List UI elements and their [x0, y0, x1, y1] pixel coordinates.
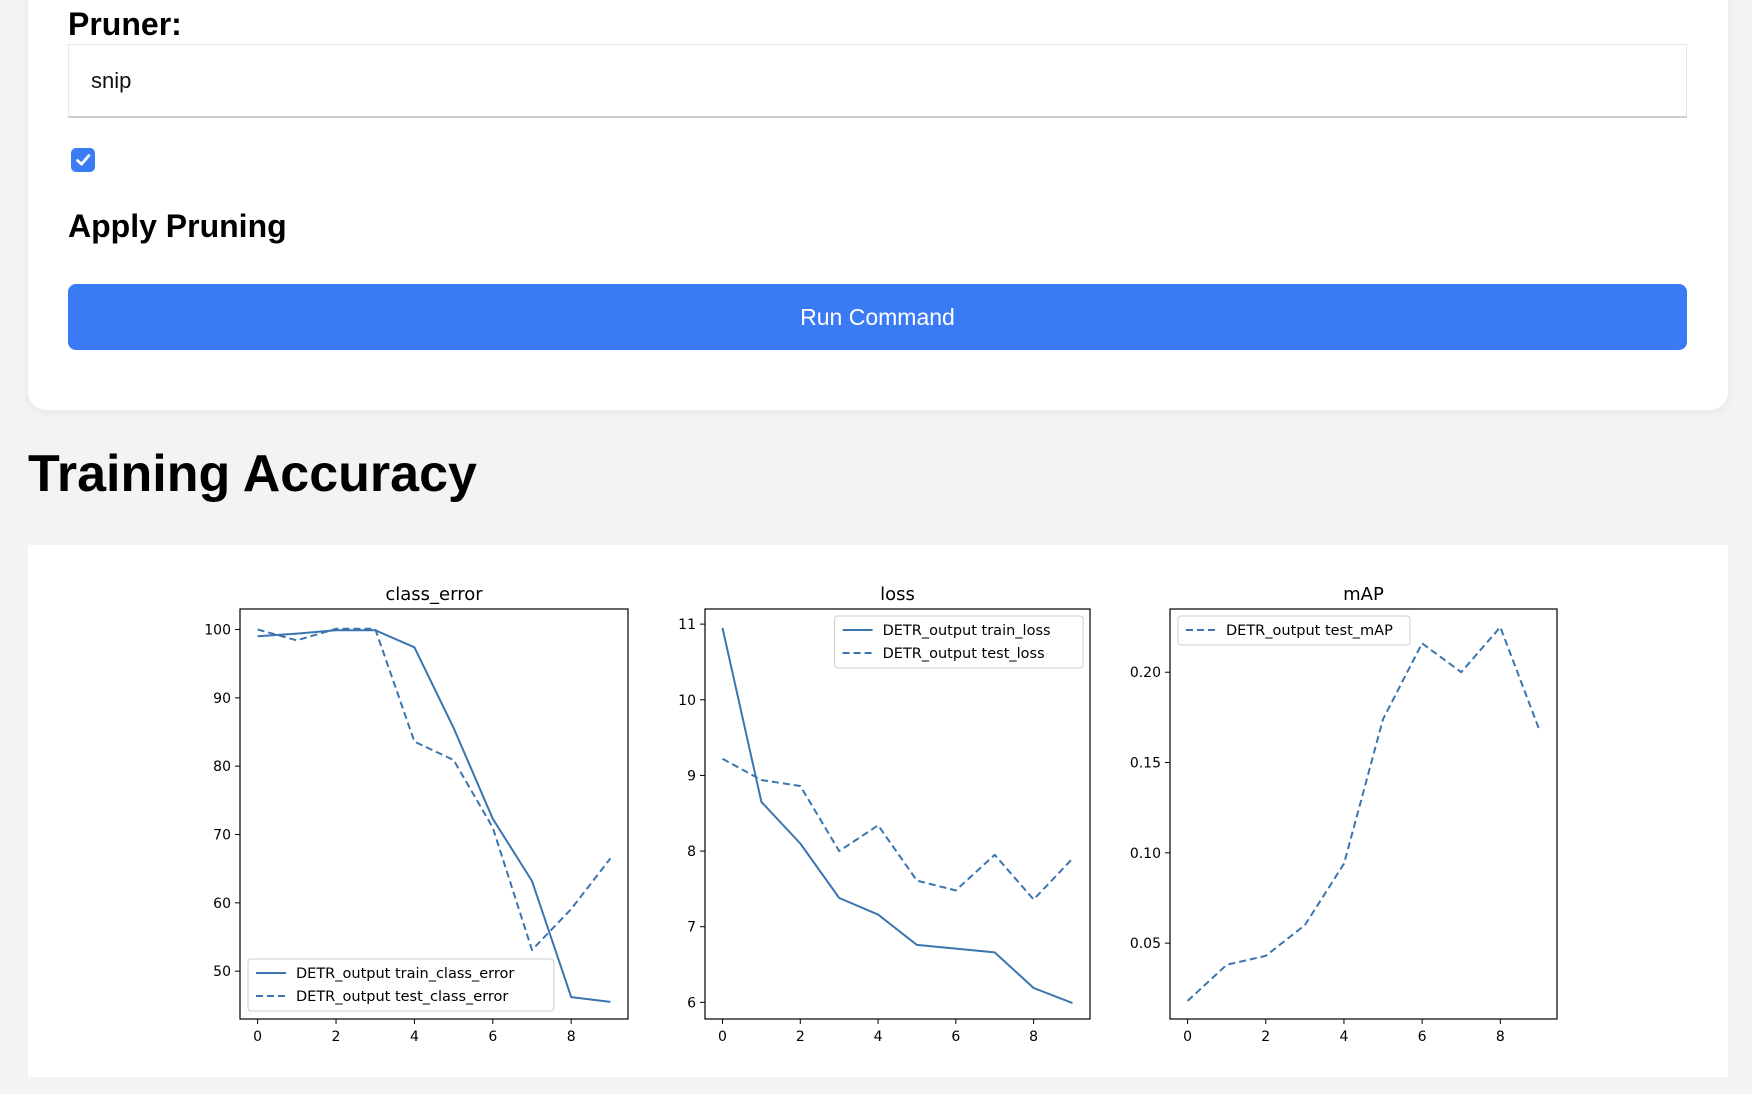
x-tick-label: 4 [410, 1029, 419, 1045]
y-tick-label: 0.20 [1130, 665, 1161, 681]
run-command-button[interactable]: Run Command [68, 284, 1687, 350]
legend-label: DETR_output test_mAP [1226, 623, 1393, 639]
training-charts: class_error0 2 4 6 85060708090100DETR_output… [204, 584, 1558, 1045]
section-title: Training Accuracy [28, 445, 477, 503]
apply-pruning-label: Apply Pruning [68, 208, 287, 244]
legend-label: DETR_output test_class_error [296, 989, 508, 1005]
y-tick-label: 70 [213, 828, 231, 844]
x-tick-label: 6 [1418, 1029, 1427, 1045]
x-tick-label: 8 [1029, 1029, 1038, 1045]
pruner-input[interactable] [68, 44, 1687, 118]
y-tick-label: 0.15 [1130, 756, 1161, 772]
apply-pruning-checkbox[interactable] [71, 148, 95, 172]
y-tick-label: 11 [678, 617, 696, 633]
x-tick-label: 8 [1496, 1029, 1505, 1045]
y-tick-label: 7 [687, 920, 696, 936]
y-tick-label: 0.10 [1130, 846, 1161, 862]
legend-label: DETR_output test_loss [883, 646, 1045, 662]
y-tick-label: 60 [213, 896, 231, 912]
x-tick-label: 0 [1183, 1029, 1192, 1045]
y-tick-label: 0.05 [1130, 936, 1161, 952]
x-tick-label: 4 [874, 1029, 883, 1045]
y-tick-label: 90 [213, 691, 231, 707]
series-line [1186, 626, 1541, 1002]
charts-panel: class_error 0 2 4 6 8 50 60 70 80 90 100 DETR_output… [28, 545, 1728, 1077]
y-tick-label: 80 [213, 759, 231, 775]
series-line [722, 757, 1074, 901]
y-tick-label: 50 [213, 964, 231, 980]
x-tick-label: 2 [332, 1029, 341, 1045]
y-tick-label: 100 [204, 623, 231, 639]
x-tick-label: 0 [253, 1029, 262, 1045]
x-tick-label: 2 [1261, 1029, 1270, 1045]
y-tick-label: 10 [678, 693, 696, 709]
chart-title: class_error [385, 584, 483, 605]
series-line [257, 627, 612, 951]
x-tick-label: 2 [796, 1029, 805, 1045]
axes-frame [704, 608, 1091, 1020]
legend-label: DETR_output train_loss [883, 623, 1051, 639]
pruner-label: Pruner: [68, 6, 182, 42]
y-tick-label: 8 [687, 844, 696, 860]
y-tick-label: 9 [687, 768, 696, 784]
chart-title: mAP [1343, 584, 1384, 605]
x-tick-label: 0 [718, 1029, 727, 1045]
x-tick-label: 6 [951, 1029, 960, 1045]
series-line [721, 627, 1073, 1005]
axes-frame [239, 608, 629, 1020]
series-line [257, 629, 611, 1003]
legend-label: DETR_output train_class_error [296, 966, 514, 982]
chart-title: loss [880, 584, 915, 605]
checkmark-icon [76, 154, 91, 166]
y-tick-label: 6 [687, 995, 696, 1011]
x-tick-label: 8 [567, 1029, 576, 1045]
axes-frame [1169, 608, 1558, 1020]
x-tick-label: 4 [1339, 1029, 1348, 1045]
x-tick-label: 6 [488, 1029, 497, 1045]
